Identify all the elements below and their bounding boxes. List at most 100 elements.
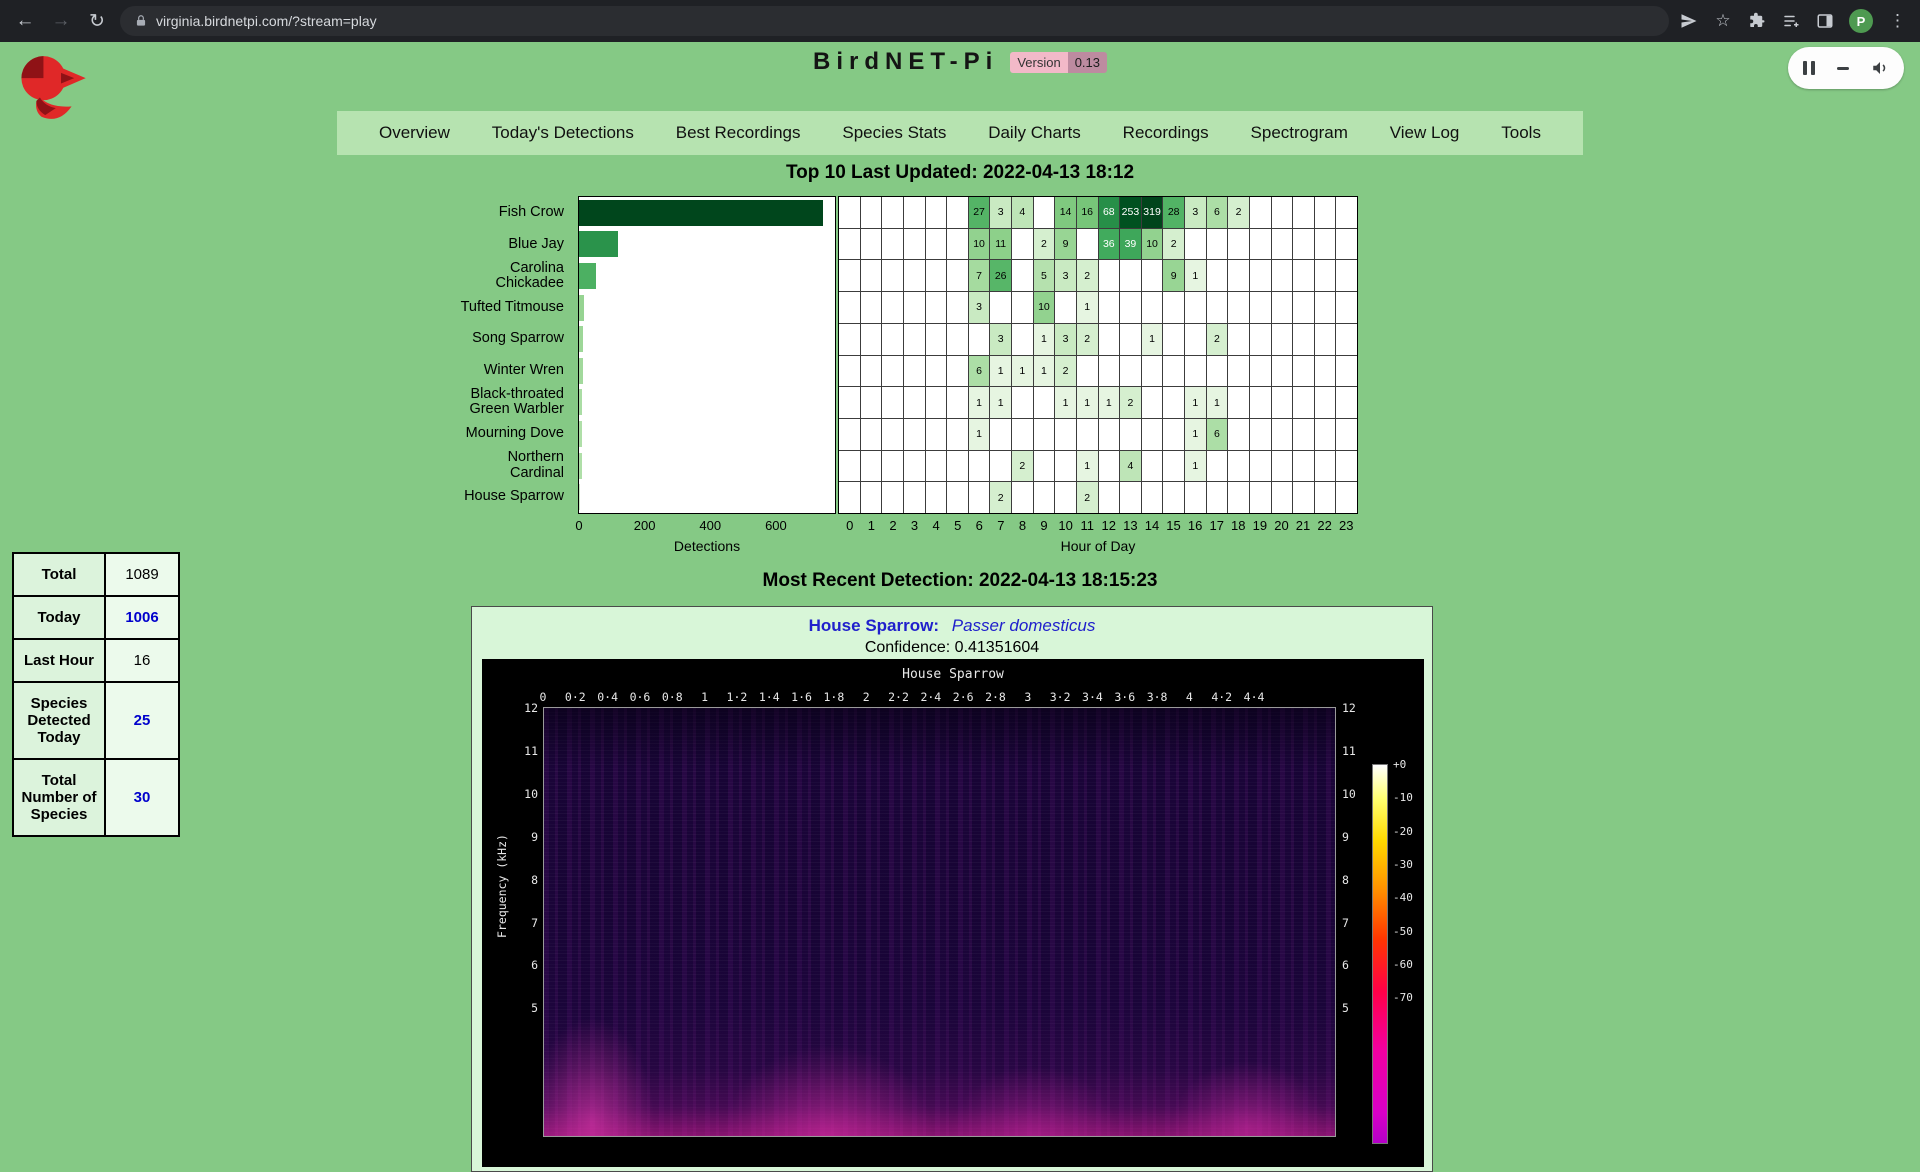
heatmap-cell [861, 387, 882, 418]
stats-row-last-hour: Last Hour16 [13, 639, 179, 682]
reading-list-icon[interactable] [1781, 11, 1801, 31]
heatmap-cell [861, 482, 882, 513]
heatmap-cell [1077, 356, 1098, 387]
heatmap-cell [1207, 229, 1228, 260]
most-recent-heading: Most Recent Detection: 2022-04-13 18:15:… [0, 570, 1920, 592]
spectrogram-x-tick: 3·2 [1050, 690, 1071, 704]
spectrogram-x-ticks: 00·20·40·60·811·21·41·61·822·22·42·62·83… [543, 690, 1336, 704]
heatmap-cell [882, 387, 903, 418]
heatmap-cell [882, 197, 903, 228]
seek-slider[interactable] [1837, 67, 1849, 70]
axis-tick: 13 [1123, 518, 1137, 533]
heatmap-cell [1207, 292, 1228, 323]
heatmap-cell: 10 [1034, 292, 1055, 323]
heatmap-cell: 9 [1163, 260, 1184, 291]
heatmap-cell [1163, 387, 1184, 418]
heatmap-cell [1228, 356, 1249, 387]
spectrogram-y-tick: 12 [524, 701, 538, 715]
side-panel-icon[interactable] [1815, 11, 1835, 31]
heatmap-cell: 2 [1163, 229, 1184, 260]
axis-tick: 0 [846, 518, 853, 533]
detection-common-name-link[interactable]: House Sparrow: [809, 616, 939, 635]
heatmap-cell: 1 [1077, 387, 1098, 418]
heatmap-cell: 2 [1077, 324, 1098, 355]
spectrogram-y-ticks-left: 12111098765 [510, 707, 538, 1137]
heatmap-cell [1099, 356, 1120, 387]
heatmap-cell [1250, 356, 1271, 387]
heatmap-cell [1142, 356, 1163, 387]
stats-value-today[interactable]: 1006 [105, 596, 179, 639]
heatmap-cell: 2 [1077, 482, 1098, 513]
stats-value-total-number-of-species[interactable]: 30 [105, 759, 179, 836]
nav-item-view-log[interactable]: View Log [1390, 123, 1460, 143]
heatmap-cell [947, 419, 968, 450]
heatmap-cell [1163, 356, 1184, 387]
species-label-black-throated-green-warbler: Black-throated Green Warbler [452, 387, 570, 419]
stats-table-body: Total1089Today1006Last Hour16Species Det… [13, 553, 179, 836]
heatmap-cell [904, 324, 925, 355]
heatmap-cell [1120, 260, 1141, 291]
profile-avatar[interactable]: P [1849, 9, 1873, 33]
heatmap-cell [1120, 356, 1141, 387]
heatmap-cell [969, 482, 990, 513]
detections-bar [579, 389, 582, 415]
heatmap-cell: 1 [969, 419, 990, 450]
heatmap-cell: 26 [990, 260, 1011, 291]
heatmap-cell [1293, 419, 1314, 450]
nav-item-today-s-detections[interactable]: Today's Detections [492, 123, 634, 143]
menu-kebab-icon[interactable]: ⋮ [1887, 11, 1908, 31]
heatmap-cell [1250, 292, 1271, 323]
heatmap-cell: 6 [1207, 419, 1228, 450]
heatmap-cell [882, 229, 903, 260]
heatmap-cell [1012, 260, 1033, 291]
heatmap-cell [1012, 482, 1033, 513]
heatmap-cell: 4 [1012, 197, 1033, 228]
spectrogram-x-tick: 0 [540, 690, 547, 704]
reload-button[interactable]: ↻ [84, 8, 110, 34]
heatmap-cell [1293, 324, 1314, 355]
pause-button[interactable] [1803, 61, 1815, 75]
nav-item-species-stats[interactable]: Species Stats [842, 123, 946, 143]
heatmap-cell [1272, 229, 1293, 260]
address-bar[interactable]: virginia.birdnetpi.com/?stream=play [120, 6, 1669, 36]
heatmap-cell [1163, 419, 1184, 450]
heatmap-cell [1228, 419, 1249, 450]
version-label: Version [1010, 52, 1067, 73]
spectrogram-x-tick: 0·2 [565, 690, 586, 704]
heatmap-cell [1272, 324, 1293, 355]
species-label-fish-crow: Fish Crow [452, 197, 570, 229]
stats-value-species-detected-today[interactable]: 25 [105, 682, 179, 759]
extensions-icon[interactable] [1747, 11, 1767, 31]
nav-item-spectrogram[interactable]: Spectrogram [1251, 123, 1348, 143]
back-button[interactable]: ← [12, 8, 38, 34]
heatmap-cell: 3 [969, 292, 990, 323]
nav-item-recordings[interactable]: Recordings [1123, 123, 1209, 143]
heatmap-cell [1034, 419, 1055, 450]
heatmap-cell [1250, 197, 1271, 228]
heatmap-cell [861, 419, 882, 450]
heatmap-cell [1099, 419, 1120, 450]
lock-icon[interactable] [134, 14, 148, 28]
heatmap-cell: 6 [1207, 197, 1228, 228]
nav-item-daily-charts[interactable]: Daily Charts [988, 123, 1081, 143]
heatmap-cell [1207, 260, 1228, 291]
nav-item-tools[interactable]: Tools [1501, 123, 1541, 143]
heatmap-cell [1228, 451, 1249, 482]
send-icon[interactable] [1679, 11, 1699, 31]
spectrogram-x-tick: 1·2 [727, 690, 748, 704]
spectrogram-y-label: Frequency (kHz) [495, 826, 509, 946]
audio-player[interactable] [1788, 47, 1904, 89]
heatmap-cell [1185, 482, 1206, 513]
spectrogram-legend-label: -10 [1393, 791, 1413, 804]
heatmap-cell [1099, 292, 1120, 323]
forward-button[interactable]: → [48, 8, 74, 34]
volume-icon[interactable] [1871, 59, 1889, 77]
nav-item-best-recordings[interactable]: Best Recordings [676, 123, 801, 143]
heatmap-cell [1293, 229, 1314, 260]
nav-item-overview[interactable]: Overview [379, 123, 450, 143]
heatmap-cell [839, 229, 860, 260]
bookmark-star-icon[interactable]: ☆ [1713, 11, 1733, 31]
heatmap-cell [1250, 324, 1271, 355]
heatmap-cell [1207, 451, 1228, 482]
detection-latin-name-link[interactable]: Passer domesticus [952, 616, 1096, 635]
